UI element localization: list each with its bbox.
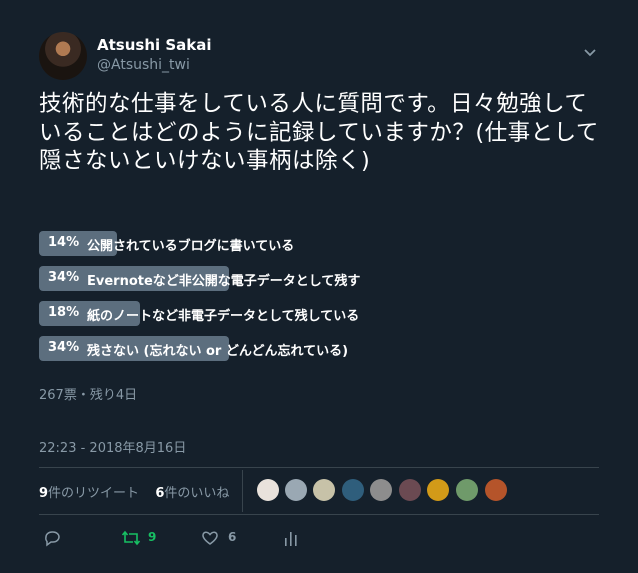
retweet-label[interactable]: 件のリツイート: [48, 486, 139, 501]
poll-percent: 34%: [48, 340, 80, 355]
analytics-icon: [285, 532, 297, 546]
poll-option-label: Evernoteなど非公開な電子データとして残す: [87, 274, 361, 289]
analytics-button[interactable]: [283, 528, 303, 548]
liker-avatar[interactable]: [399, 479, 421, 501]
poll-option: 34% Evernoteなど非公開な電子データとして残す: [39, 266, 599, 291]
action-bar: 9 6: [39, 528, 599, 548]
poll: 14% 公開されているブログに書いている 34% Evernoteなど非公開な電…: [39, 231, 599, 371]
divider: [242, 470, 243, 512]
liker-avatar[interactable]: [427, 479, 449, 501]
retweet-icon: [121, 530, 141, 546]
poll-option: 18% 紙のノートなど非電子データとして残している: [39, 301, 599, 326]
poll-option-label: 紙のノートなど非電子データとして残している: [87, 309, 360, 324]
liker-avatar[interactable]: [342, 479, 364, 501]
chevron-down-icon[interactable]: [581, 46, 599, 60]
poll-percent: 18%: [48, 305, 80, 320]
liker-avatar[interactable]: [257, 479, 279, 501]
reply-icon: [45, 531, 60, 547]
poll-percent: 14%: [48, 235, 80, 250]
poll-option-label: 公開されているブログに書いている: [87, 239, 295, 254]
poll-option: 34% 残さない (忘れない or どんどん忘れている): [39, 336, 599, 361]
engagement-stats: 9件のリツイート 6件のいいね: [39, 482, 229, 501]
retweet-action-count: 9: [148, 530, 157, 544]
liker-avatar[interactable]: [313, 479, 335, 501]
tweet-text: 技術的な仕事をしている人に質問です。日々勉強していることはどのように記録していま…: [39, 91, 599, 174]
reply-button[interactable]: [43, 528, 67, 548]
retweet-button[interactable]: 9: [121, 528, 161, 548]
tweet-timestamp[interactable]: 22:23 - 2018年8月16日: [39, 437, 186, 456]
liker-avatar[interactable]: [456, 479, 478, 501]
like-label[interactable]: 件のいいね: [164, 486, 229, 501]
liker-avatar[interactable]: [485, 479, 507, 501]
author-avatar[interactable]: [39, 32, 87, 80]
divider: [39, 514, 599, 515]
like-button[interactable]: 6: [201, 528, 241, 548]
poll-option-label: 残さない (忘れない or どんどん忘れている): [87, 344, 349, 359]
poll-percent: 34%: [48, 270, 80, 285]
poll-option: 14% 公開されているブログに書いている: [39, 231, 599, 256]
like-action-count: 6: [228, 530, 237, 544]
divider: [39, 467, 599, 468]
liker-avatar[interactable]: [285, 479, 307, 501]
liker-avatar[interactable]: [370, 479, 392, 501]
author-handle[interactable]: @Atsushi_twi: [97, 57, 190, 73]
author-name[interactable]: Atsushi Sakai: [97, 36, 212, 54]
retweet-count[interactable]: 9: [39, 486, 48, 501]
poll-meta: 267票・残り4日: [39, 388, 138, 403]
heart-icon: [202, 531, 218, 545]
